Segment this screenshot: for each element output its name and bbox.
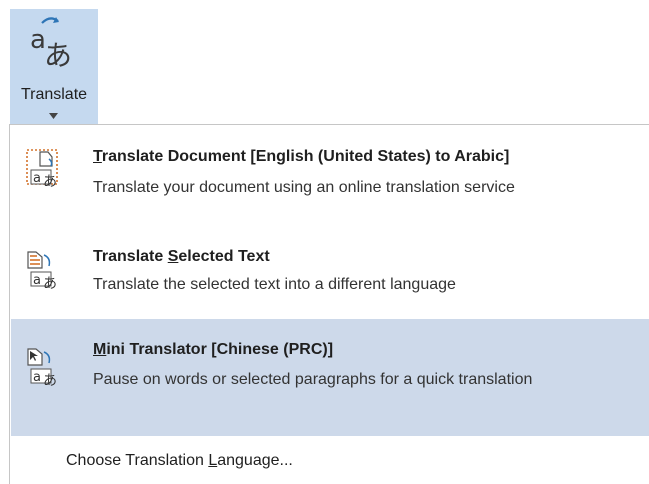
choose-translation-language-item[interactable]: Choose Translation Language... xyxy=(66,452,293,470)
translate-button[interactable]: a あ Translate xyxy=(10,9,98,124)
svg-text:あ: あ xyxy=(44,39,72,72)
translate-button-label: Translate xyxy=(20,86,88,103)
translate-selected-text-icon: a あ xyxy=(27,251,57,290)
menu-item-translate-selected-text[interactable]: a あ Translate Selected Text Translate th… xyxy=(11,239,649,317)
menu-item-description: Translate your document using an online … xyxy=(93,179,515,196)
svg-text:a: a xyxy=(33,171,41,186)
mini-translator-icon: a あ xyxy=(27,348,57,387)
translate-icon: a あ xyxy=(30,17,72,72)
menu-item-title: Translate Document [English (United Stat… xyxy=(93,148,510,165)
svg-text:a: a xyxy=(33,273,41,288)
menu-item-title: Translate Selected Text xyxy=(93,248,270,265)
svg-text:a: a xyxy=(33,370,41,385)
svg-text:あ: あ xyxy=(43,373,57,387)
translate-document-icon: a あ xyxy=(26,149,58,188)
svg-text:あ: あ xyxy=(43,174,57,188)
translate-menu: a あ Translate Document [English (United … xyxy=(9,124,649,484)
menu-item-title: Mini Translator [Chinese (PRC)] xyxy=(93,341,334,358)
menu-item-description: Pause on words or selected paragraphs fo… xyxy=(93,371,533,388)
svg-text:あ: あ xyxy=(43,276,57,290)
menu-item-mini-translator[interactable]: a あ Mini Translator [Chinese (PRC)] Paus… xyxy=(11,319,649,436)
chevron-down-icon xyxy=(49,113,58,119)
menu-item-description: Translate the selected text into a diffe… xyxy=(93,276,456,293)
menu-item-translate-document[interactable]: a あ Translate Document [English (United … xyxy=(11,137,649,235)
